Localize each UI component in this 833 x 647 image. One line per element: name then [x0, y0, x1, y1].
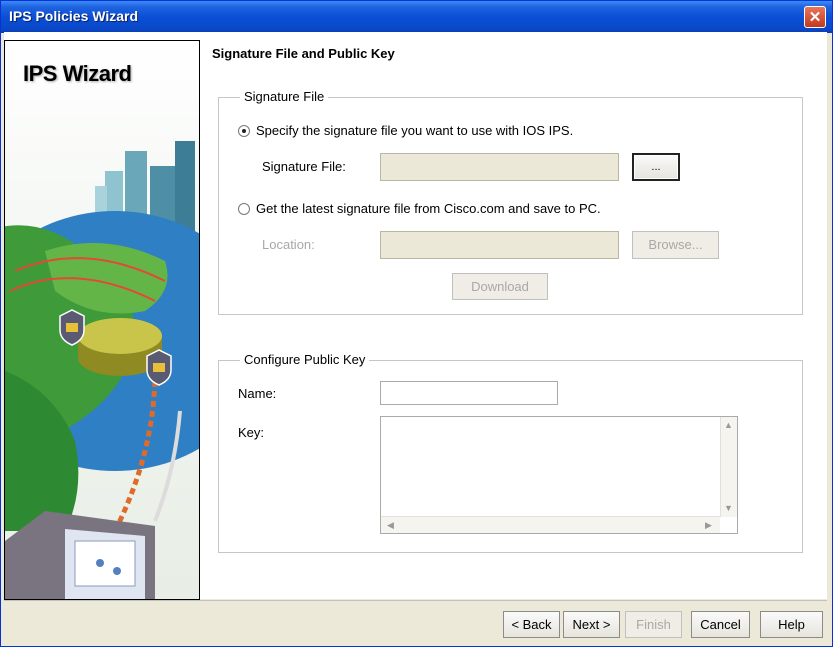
key-horizontal-scrollbar[interactable]: ◀ ▶	[381, 516, 720, 533]
scroll-up-arrow-icon[interactable]: ▲	[721, 418, 736, 433]
window-title: IPS Policies Wizard	[9, 8, 139, 24]
network-illustration	[5, 141, 199, 599]
side-panel-title: IPS Wizard	[23, 61, 132, 86]
download-latest-radio[interactable]	[238, 203, 250, 215]
key-textarea[interactable]: ▲ ▼ ◀ ▶	[380, 416, 738, 534]
close-button[interactable]: ✕	[804, 6, 826, 28]
next-button[interactable]: Next >	[563, 611, 620, 638]
location-label: Location:	[262, 237, 315, 252]
help-button[interactable]: Help	[760, 611, 823, 638]
cancel-button[interactable]: Cancel	[691, 611, 750, 638]
key-vertical-scrollbar[interactable]: ▲ ▼	[720, 417, 737, 517]
wizard-side-panel: IPS Wizard	[4, 40, 200, 600]
public-key-legend: Configure Public Key	[240, 352, 370, 367]
finish-button[interactable]: Finish	[625, 611, 682, 638]
scroll-left-arrow-icon[interactable]: ◀	[383, 518, 398, 533]
monitor-graphic	[5, 511, 155, 599]
scroll-right-arrow-icon[interactable]: ▶	[701, 518, 716, 533]
location-input[interactable]	[380, 231, 619, 259]
specify-signature-radio[interactable]	[238, 125, 250, 137]
location-browse-button[interactable]: Browse...	[632, 231, 719, 259]
signature-file-legend: Signature File	[240, 89, 329, 104]
lock-badge-icon	[146, 349, 172, 386]
download-button[interactable]: Download	[452, 273, 548, 300]
title-bar: IPS Policies Wizard ✕	[1, 1, 832, 33]
download-latest-label: Get the latest signature file from Cisco…	[256, 201, 601, 216]
signature-file-label: Signature File:	[262, 159, 346, 174]
key-label: Key:	[238, 425, 265, 440]
lock-badge-icon	[59, 309, 85, 346]
key-name-label: Name:	[238, 386, 277, 401]
signature-file-browse-button[interactable]: ...	[632, 153, 680, 181]
specify-signature-label: Specify the signature file you want to u…	[256, 123, 574, 138]
key-name-input[interactable]	[380, 381, 558, 405]
page-title: Signature File and Public Key	[212, 46, 395, 61]
close-icon: ✕	[808, 9, 822, 26]
signature-file-input[interactable]	[380, 153, 619, 181]
back-button[interactable]: < Back	[503, 611, 560, 638]
scroll-down-arrow-icon[interactable]: ▼	[721, 501, 736, 516]
